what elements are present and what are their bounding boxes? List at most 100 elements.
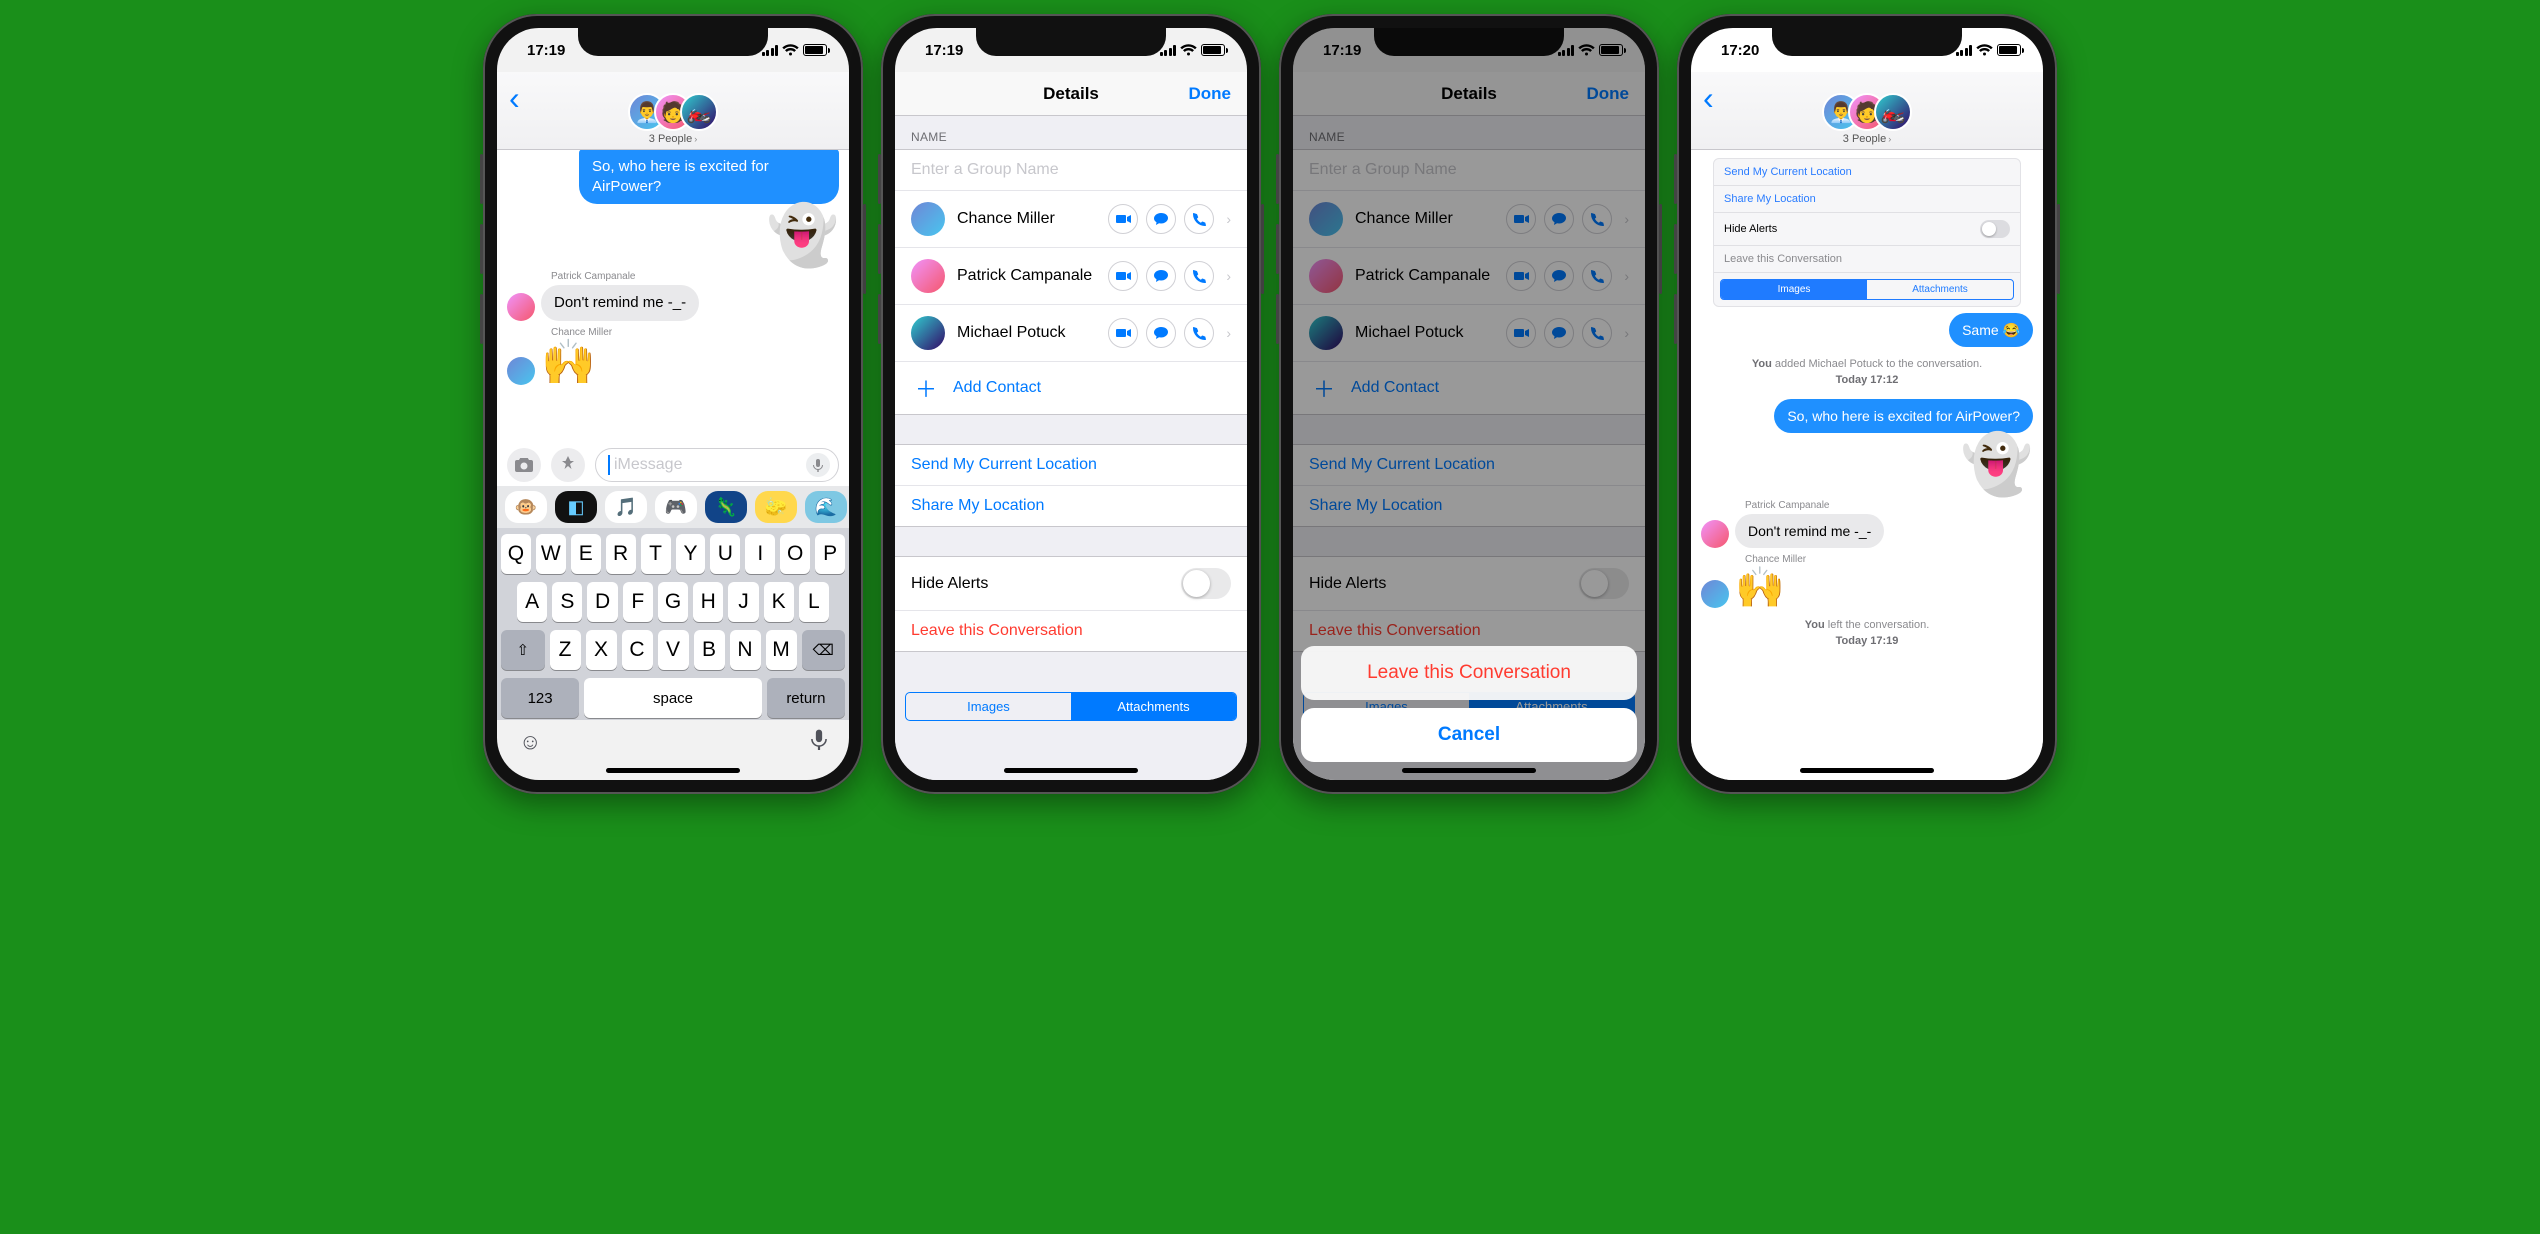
key-q[interactable]: Q xyxy=(501,534,531,574)
battery-icon xyxy=(1997,44,2021,56)
key-123[interactable]: 123 xyxy=(501,678,579,718)
key-s[interactable]: S xyxy=(552,582,582,622)
share-location-row[interactable]: Share My Location xyxy=(1714,186,2020,213)
sheet-leave-button[interactable]: Leave this Conversation xyxy=(1301,646,1637,700)
leave-conversation-row[interactable]: Leave this Conversation xyxy=(895,610,1247,652)
home-indicator[interactable] xyxy=(1004,768,1138,773)
call-button[interactable] xyxy=(1184,261,1214,291)
app-music[interactable]: 🎵 xyxy=(605,491,647,523)
key-h[interactable]: H xyxy=(693,582,723,622)
screen-1: 17:19 ‹ 👨‍💼 🧑 🏍️ 3 People › So, who here… xyxy=(497,28,849,780)
key-k[interactable]: K xyxy=(764,582,794,622)
key-return[interactable]: return xyxy=(767,678,845,718)
home-indicator[interactable] xyxy=(1800,768,1934,773)
facetime-button[interactable] xyxy=(1108,318,1138,348)
message-button[interactable] xyxy=(1146,318,1176,348)
message-input[interactable]: iMessage xyxy=(595,448,839,482)
hide-alerts-switch[interactable] xyxy=(1181,568,1231,599)
app-strip[interactable]: 🐵 ◧ 🎵 🎮 🦎 🧽 🌊 xyxy=(497,486,849,528)
key-y[interactable]: Y xyxy=(676,534,706,574)
hide-alerts-row[interactable]: Hide Alerts xyxy=(895,556,1247,611)
home-indicator[interactable] xyxy=(606,768,740,773)
appstore-button[interactable] xyxy=(551,448,585,482)
conversation-title[interactable]: 3 People › xyxy=(649,133,697,145)
camera-button[interactable] xyxy=(507,448,541,482)
share-location-row[interactable]: Share My Location xyxy=(895,485,1247,527)
action-sheet: Leave this Conversation Cancel xyxy=(1301,646,1637,762)
key-w[interactable]: W xyxy=(536,534,566,574)
group-avatars[interactable]: 👨‍💼 🧑 🏍️ xyxy=(1822,93,1912,131)
key-x[interactable]: X xyxy=(586,630,617,670)
key-o[interactable]: O xyxy=(780,534,810,574)
key-n[interactable]: N xyxy=(730,630,761,670)
key-b[interactable]: B xyxy=(694,630,725,670)
key-t[interactable]: T xyxy=(641,534,671,574)
message-button[interactable] xyxy=(1146,261,1176,291)
dictate-button[interactable] xyxy=(806,453,830,477)
dictate-keyboard-button[interactable] xyxy=(811,728,827,756)
key-space[interactable]: space xyxy=(584,678,762,718)
key-f[interactable]: F xyxy=(623,582,653,622)
facetime-button[interactable] xyxy=(1108,261,1138,291)
conversation-body[interactable]: Send My Current Location Share My Locati… xyxy=(1691,150,2043,780)
key-p[interactable]: P xyxy=(815,534,845,574)
title-text: 3 People xyxy=(1843,133,1886,145)
group-name-field[interactable]: Enter a Group Name xyxy=(895,149,1247,191)
ghost-emoji: 👻 xyxy=(767,207,839,265)
contact-row[interactable]: Patrick Campanale› xyxy=(895,247,1247,305)
call-button[interactable] xyxy=(1184,204,1214,234)
key-a[interactable]: A xyxy=(517,582,547,622)
keyboard[interactable]: QWERTYUIOP ASDFGHJKL ⇧ ZXCVBNM⌫ 123 spac… xyxy=(497,528,849,720)
emoji-keyboard-button[interactable]: ☺ xyxy=(519,729,541,755)
seg-attachments[interactable]: Attachments xyxy=(1867,280,2013,299)
key-⌫[interactable]: ⌫ xyxy=(802,630,846,670)
key-d[interactable]: D xyxy=(587,582,617,622)
app-gamepigeon[interactable]: 🎮 xyxy=(655,491,697,523)
key-shift[interactable]: ⇧ xyxy=(501,630,545,670)
details-body[interactable]: NAMEEnter a Group NameChance Miller›Patr… xyxy=(895,116,1247,780)
seg-images[interactable]: Images xyxy=(906,693,1071,720)
contact-row[interactable]: Michael Potuck› xyxy=(895,304,1247,362)
back-button[interactable]: ‹ xyxy=(509,82,520,114)
call-button[interactable] xyxy=(1184,318,1214,348)
phone-3: 17:19 Details Done NAMEEnter a Group Nam… xyxy=(1279,14,1659,794)
hide-alerts-row[interactable]: Hide Alerts xyxy=(1714,213,2020,246)
key-v[interactable]: V xyxy=(658,630,689,670)
conversation-title[interactable]: 3 People › xyxy=(1843,133,1891,145)
key-g[interactable]: G xyxy=(658,582,688,622)
key-l[interactable]: L xyxy=(799,582,829,622)
seg-attachments[interactable]: Attachments xyxy=(1071,693,1236,720)
key-c[interactable]: C xyxy=(622,630,653,670)
done-button[interactable]: Done xyxy=(1189,84,1232,104)
key-j[interactable]: J xyxy=(728,582,758,622)
key-i[interactable]: I xyxy=(745,534,775,574)
system-message: You added Michael Potuck to the conversa… xyxy=(1741,357,1993,389)
message-button[interactable] xyxy=(1146,204,1176,234)
back-button[interactable]: ‹ xyxy=(1703,82,1714,114)
send-location-row[interactable]: Send My Current Location xyxy=(1714,159,2020,186)
group-avatars[interactable]: 👨‍💼 🧑 🏍️ xyxy=(628,93,718,131)
send-location-row[interactable]: Send My Current Location xyxy=(895,444,1247,486)
app-stickers-3[interactable]: 🌊 xyxy=(805,491,847,523)
key-u[interactable]: U xyxy=(710,534,740,574)
key-z[interactable]: Z xyxy=(550,630,581,670)
key-m[interactable]: M xyxy=(766,630,797,670)
sender-label: Chance Miller xyxy=(1745,554,2033,565)
conversation-body[interactable]: So, who here is excited for AirPower? 👻 … xyxy=(497,150,849,442)
add-contact-row[interactable]: ＋Add Contact xyxy=(895,361,1247,415)
app-stickers-1[interactable]: 🦎 xyxy=(705,491,747,523)
bubble-text: So, who here is excited for AirPower? xyxy=(1774,399,2033,433)
contact-row[interactable]: Chance Miller› xyxy=(895,190,1247,248)
switch-icon[interactable] xyxy=(1980,220,2010,238)
seg-images[interactable]: Images xyxy=(1721,280,1867,299)
facetime-button[interactable] xyxy=(1108,204,1138,234)
sheet-cancel-button[interactable]: Cancel xyxy=(1301,708,1637,762)
app-stickers-2[interactable]: 🧽 xyxy=(755,491,797,523)
segmented-control[interactable]: ImagesAttachments xyxy=(905,692,1237,721)
app-giphy[interactable]: ◧ xyxy=(555,491,597,523)
key-e[interactable]: E xyxy=(571,534,601,574)
app-memoji[interactable]: 🐵 xyxy=(505,491,547,523)
details-mini-card[interactable]: Send My Current Location Share My Locati… xyxy=(1713,158,2021,307)
segmented-control[interactable]: Images Attachments xyxy=(1720,279,2014,300)
key-r[interactable]: R xyxy=(606,534,636,574)
